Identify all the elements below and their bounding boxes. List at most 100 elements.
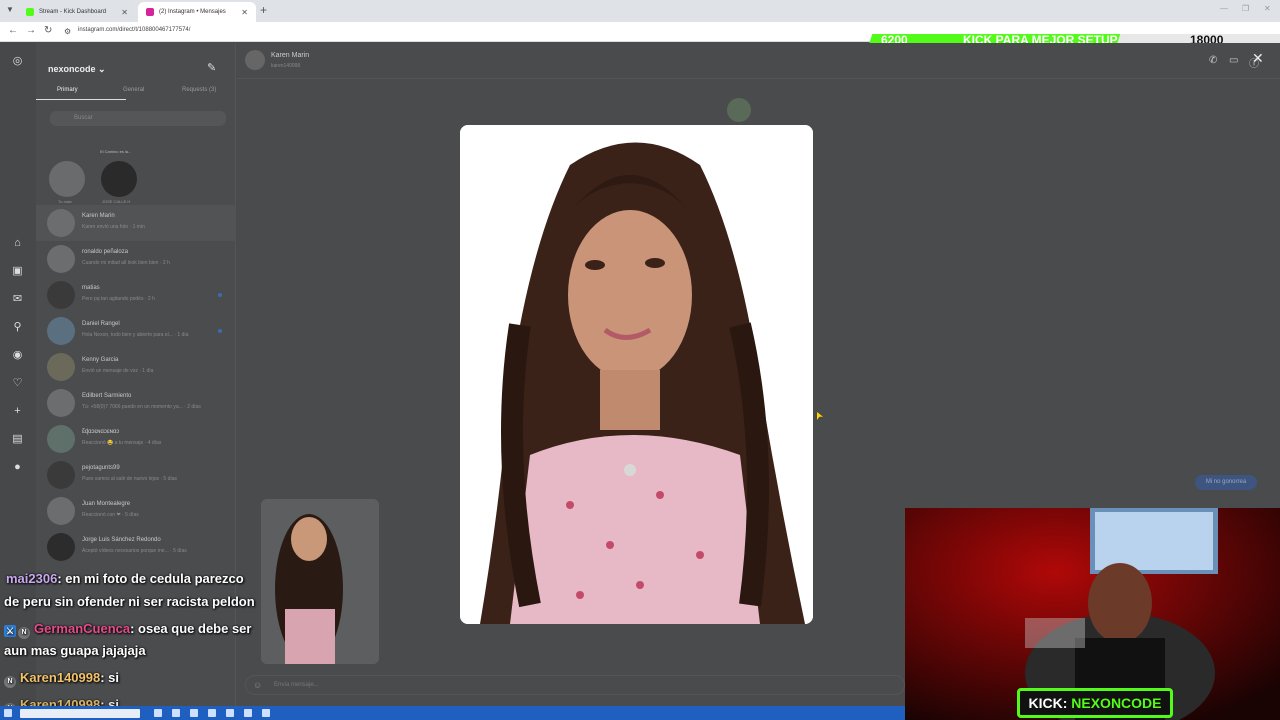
conversation-item[interactable]: Juan Montealegre Reaccionó con ❤ · 5 día… (36, 493, 236, 529)
kick-prefix: KICK: (1028, 695, 1068, 711)
chat-header: Karen Marin karen140998 ✆ ▭ ⓘ (237, 43, 1280, 79)
avatar (47, 533, 75, 561)
conversation-item[interactable]: Karen Marin Karen envió una foto · 1 min (36, 205, 236, 241)
conversation-item[interactable]: Jorge Luis Sánchez Redondo Aceptó vídeos… (36, 529, 236, 565)
conversation-name: Kenny Garcia (82, 357, 119, 363)
subscriber-badge-icon: N (18, 627, 30, 639)
conversation-preview: Reaccionó 😂 a tu mensaje · 4 días (82, 440, 162, 446)
stream-chat-line: N Karen140998: si (4, 670, 119, 688)
chat-contact-username: karen140998 (271, 63, 301, 69)
chat-avatar[interactable] (245, 50, 265, 70)
chat-photo-thumbnail[interactable] (261, 499, 379, 664)
close-tab-icon[interactable]: ✕ (121, 8, 128, 17)
conversation-preview: Hola Nexon, todo bien y abierto para el.… (82, 332, 189, 338)
taskbar-app-icon[interactable] (244, 709, 252, 717)
close-tab-icon[interactable]: ✕ (241, 8, 248, 17)
conversation-name: ɛ̃ɖɑɔɛɴɑɔɛɴɑɔ (82, 429, 120, 435)
chat-contact-name[interactable]: Karen Marin (271, 52, 309, 59)
start-icon[interactable] (4, 709, 12, 717)
tab-instagram[interactable]: (2) Instagram • Mensajes ✕ (138, 2, 256, 22)
profile-avatar-icon[interactable]: ● (11, 461, 24, 474)
moderator-badge-icon: ⚔ (4, 625, 16, 637)
minimize-icon[interactable]: — (1220, 4, 1228, 13)
tab-primary[interactable]: Primary (57, 87, 78, 93)
taskbar-app-icon[interactable] (172, 709, 180, 717)
conversation-item[interactable]: ronaldo peñaloza Cuando mi mitad all loo… (36, 241, 236, 277)
phone-call-icon[interactable]: ✆ (1209, 55, 1217, 66)
windows-taskbar (0, 706, 905, 720)
conversation-item[interactable]: matias Pero pq tan agitando podés · 2 h (36, 277, 236, 313)
create-plus-icon[interactable]: + (11, 405, 24, 418)
avatar (47, 461, 75, 489)
tab-kick-dashboard[interactable]: Stream - Kick Dashboard ✕ (18, 2, 136, 22)
taskbar-search-input[interactable] (20, 709, 140, 718)
close-viewer-icon[interactable]: ✕ (1252, 50, 1264, 67)
conversation-preview: Karen envió una foto · 1 min (82, 224, 145, 230)
conversation-item[interactable]: pejotagunts99 Pues vamos al salir de nue… (36, 457, 236, 493)
new-tab-icon[interactable]: + (260, 3, 267, 17)
stream-chat-line: mai2306: en mi foto de cedula parezco (6, 571, 244, 586)
chat-username: GermanCuenca (34, 621, 131, 636)
tab-label: Stream - Kick Dashboard (39, 9, 107, 15)
thumbnail-photo-icon (261, 499, 379, 664)
instagram-logo-icon[interactable]: ◎ (11, 55, 24, 68)
window-close-icon[interactable]: ✕ (1264, 4, 1271, 13)
video-call-icon[interactable]: ▭ (1229, 55, 1238, 66)
dashboard-icon[interactable]: ▤ (11, 433, 24, 446)
conversation-item[interactable]: Daniel Rangel Hola Nexon, todo bien y ab… (36, 313, 236, 349)
messages-icon[interactable]: ✉ (11, 293, 24, 306)
taskbar-app-icon[interactable] (154, 709, 162, 717)
conversation-name: pejotagunts99 (82, 465, 120, 471)
conversation-preview: Pues vamos al salir de nuevo lejos · 5 d… (82, 476, 178, 482)
portrait-photo-icon (460, 125, 813, 624)
avatar (47, 281, 75, 309)
note-label: Tu nota (58, 199, 72, 204)
tab-requests[interactable]: Requests (3) (182, 87, 216, 93)
conversation-name: ronaldo peñaloza (82, 249, 129, 255)
note-avatar[interactable] (101, 161, 137, 197)
account-switcher[interactable]: nexoncode ⌄ (48, 64, 106, 75)
conversation-item[interactable]: ɛ̃ɖɑɔɛɴɑɔɛɴɑɔ Reaccionó 😂 a tu mensaje ·… (36, 421, 236, 457)
forward-icon[interactable]: → (26, 25, 36, 36)
explore-icon[interactable]: ◉ (11, 349, 24, 362)
search-icon[interactable]: ⚲ (11, 321, 24, 334)
maximize-icon[interactable]: ❐ (1242, 4, 1249, 13)
taskbar-app-icon[interactable] (262, 709, 270, 717)
conversation-item[interactable]: Kenny Garcia Envió un mensaje de voz · 1… (36, 349, 236, 385)
conversation-preview: Pero pq tan agitando podés · 2 h (82, 296, 155, 302)
note-label: JOSE CALLE H (102, 199, 131, 204)
url-field[interactable]: instagram.com/direct/t/108800467177574/ (78, 27, 190, 33)
conversation-name: Juan Montealegre (82, 501, 131, 507)
chat-message: : si (100, 670, 120, 685)
site-info-icon[interactable]: ⚙ (64, 27, 71, 36)
avatar (47, 425, 75, 453)
reels-icon[interactable]: ▣ (11, 265, 24, 278)
taskbar-app-icon[interactable] (226, 709, 234, 717)
tab-search-chevron-icon[interactable]: ▼ (6, 5, 14, 14)
chat-username: mai2306 (6, 571, 58, 586)
chat-message: : osea que debe ser (130, 621, 252, 636)
search-input[interactable]: Buscar (50, 111, 226, 126)
stream-chat-line: ⚔ N GermanCuenca: osea que debe ser (4, 621, 251, 639)
back-icon[interactable]: ← (8, 25, 18, 36)
tab-general[interactable]: General (123, 87, 144, 93)
compose-icon[interactable]: ✎ (207, 61, 216, 74)
unread-dot (218, 293, 222, 297)
note-avatar[interactable] (49, 161, 85, 197)
active-tab-indicator (36, 99, 126, 100)
conversation-preview: Envió un mensaje de voz · 1 día (82, 368, 154, 374)
taskbar-app-icon[interactable] (208, 709, 216, 717)
notifications-heart-icon[interactable]: ♡ (11, 377, 24, 390)
avatar (47, 317, 75, 345)
emoji-icon[interactable]: ☺ (253, 680, 262, 690)
home-icon[interactable]: ⌂ (11, 237, 24, 250)
conversation-item[interactable]: Edilbert Sarmiento Tú: +58(0)7 7066 pued… (36, 385, 236, 421)
note-text: El Camino es la... (100, 149, 132, 154)
stream-chat-line-cont: aun mas guapa jajajaja (4, 643, 146, 658)
taskbar-app-icon[interactable] (190, 709, 198, 717)
reload-icon[interactable]: ↻ (44, 25, 52, 36)
conversation-name: Edilbert Sarmiento (82, 393, 132, 399)
message-input[interactable]: Envía mensaje... (245, 675, 905, 695)
message-bubble: Mi no gonorrea (1195, 475, 1257, 490)
avatar (47, 497, 75, 525)
